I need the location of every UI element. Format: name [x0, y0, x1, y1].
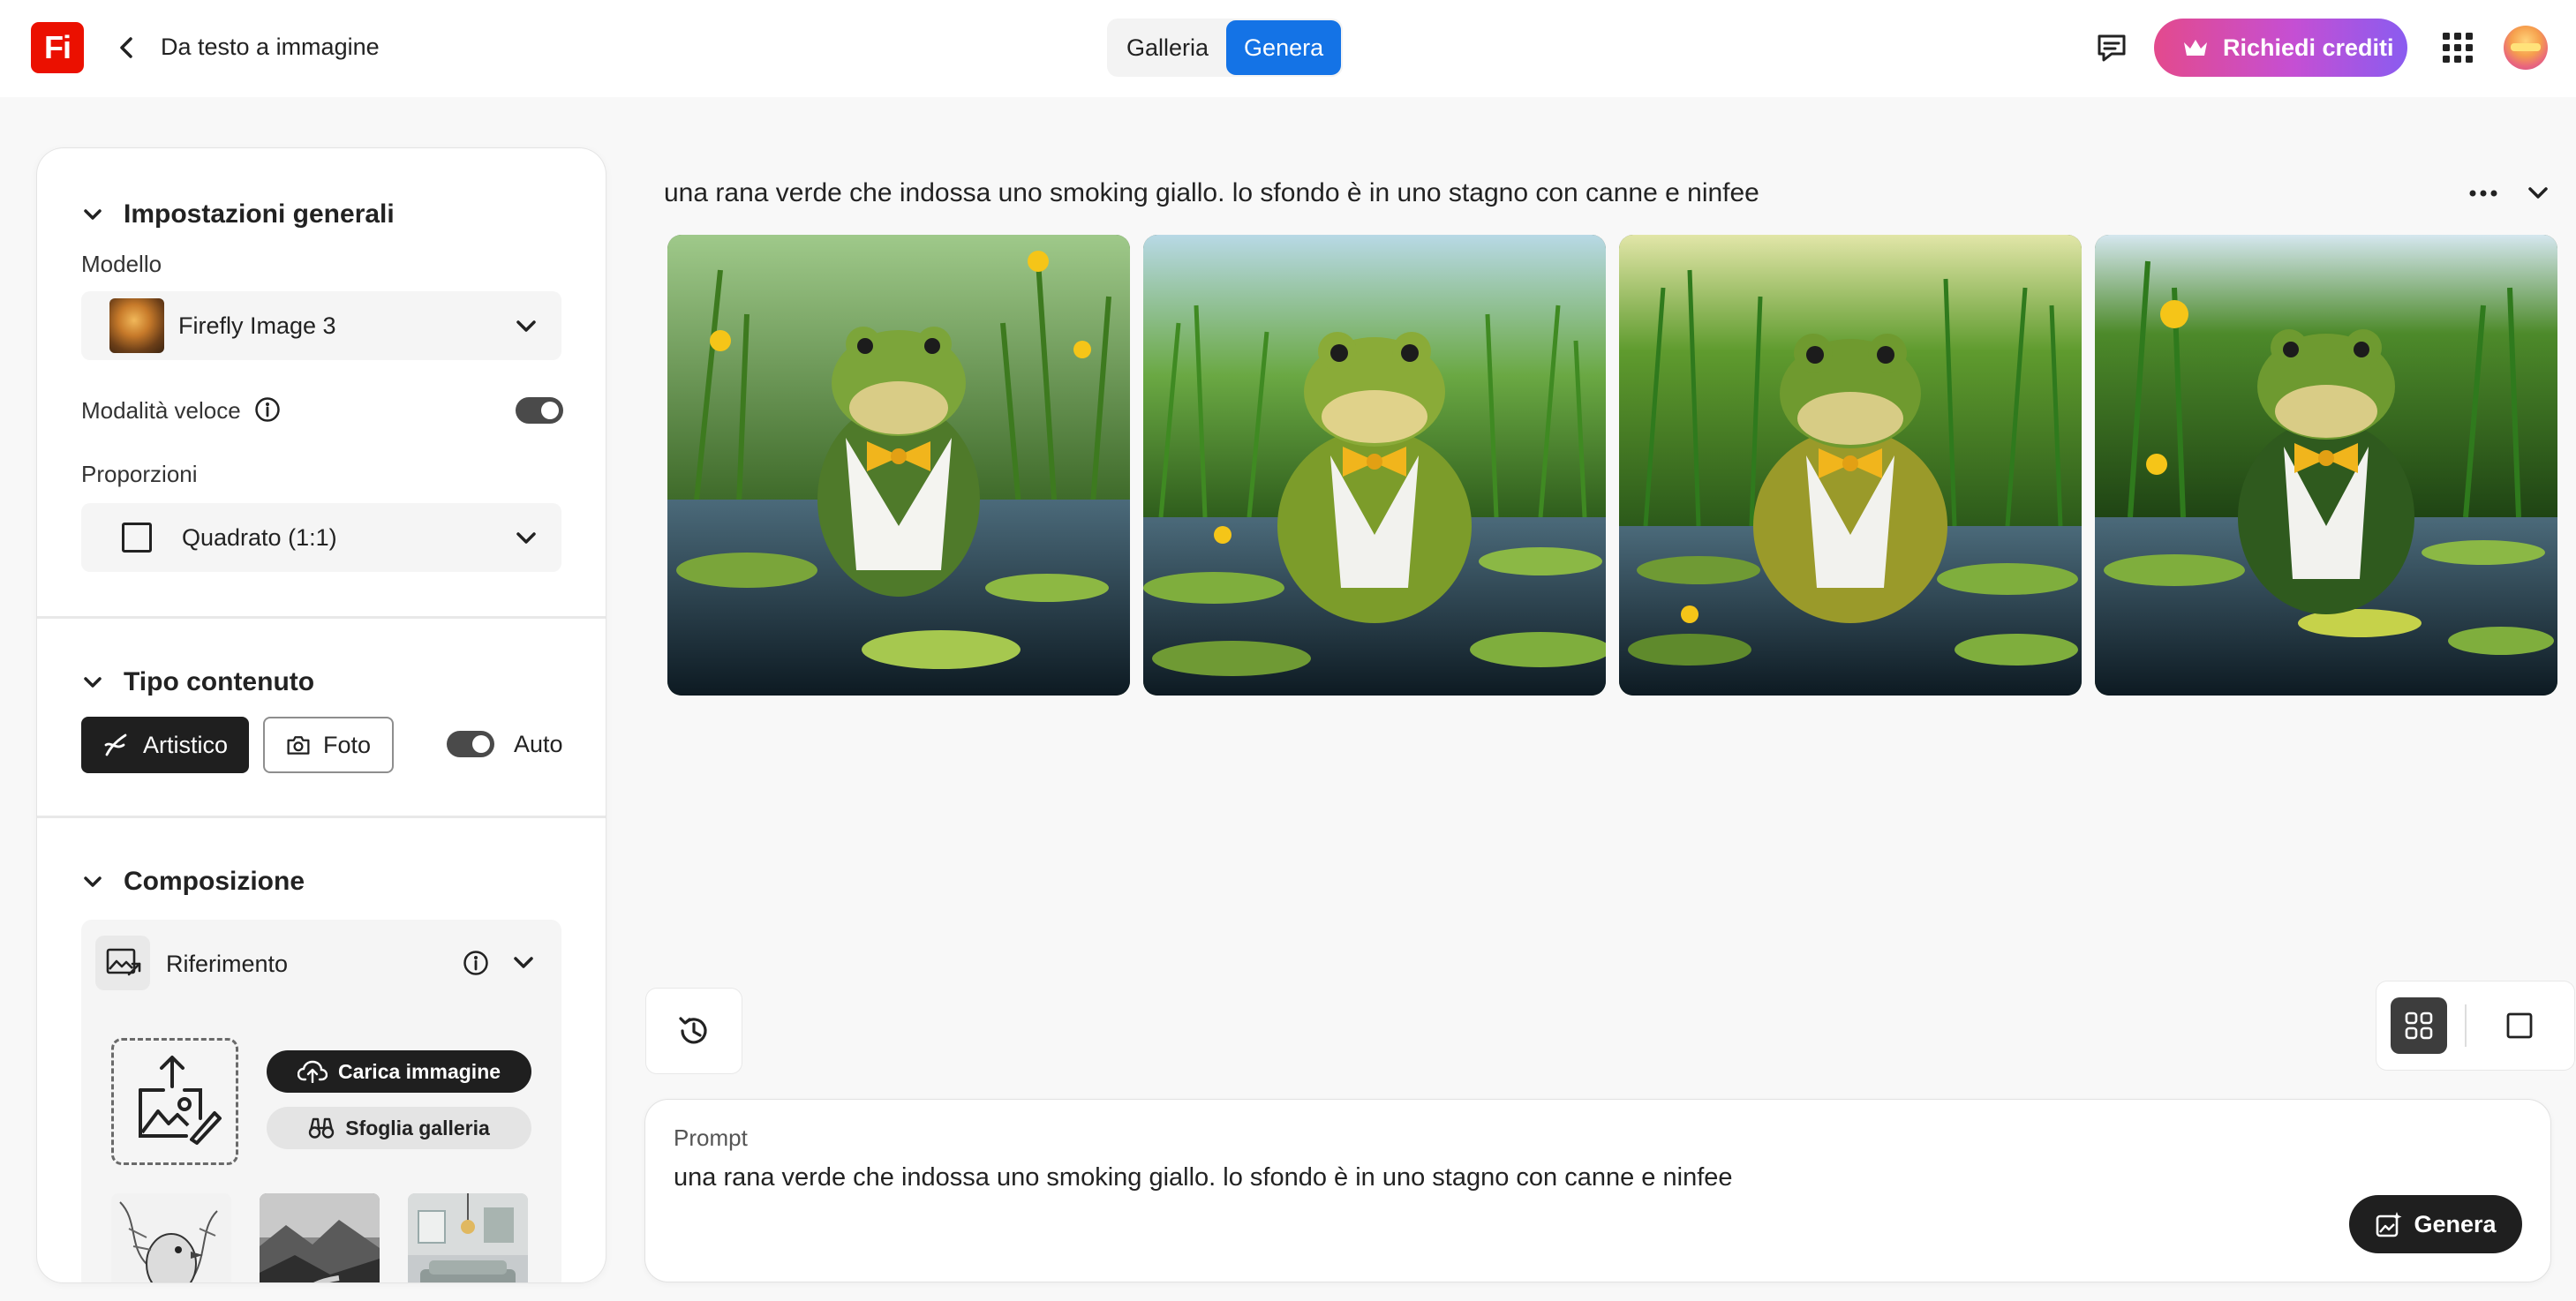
upload-image-icon: [139, 1056, 222, 1145]
single-view-icon: [2506, 1012, 2533, 1039]
generated-image-2[interactable]: [1143, 235, 1606, 696]
info-icon[interactable]: [254, 396, 281, 423]
section-general-header[interactable]: Impostazioni generali: [83, 199, 395, 229]
artistic-button[interactable]: Artistico: [81, 717, 249, 773]
chevron-down-icon: [84, 876, 102, 887]
tab-genera[interactable]: Genera: [1226, 20, 1342, 75]
grid-view-icon: [2405, 1011, 2433, 1040]
back-icon[interactable]: [113, 34, 138, 62]
section-divider: [37, 616, 606, 619]
binoculars-icon: [308, 1117, 335, 1139]
upload-image-button[interactable]: Carica immagine: [267, 1050, 531, 1093]
tab-galleria[interactable]: Galleria: [1109, 20, 1226, 75]
apps-grid-icon[interactable]: [2442, 32, 2474, 64]
auto-label: Auto: [514, 731, 563, 757]
section-content-type-header[interactable]: Tipo contenuto: [83, 667, 314, 697]
browse-gallery-label: Sfoglia galleria: [345, 1116, 490, 1139]
ratio-value: Quadrato (1:1): [182, 524, 337, 551]
prompt-box: Prompt una rana verde che indossa uno sm…: [645, 1100, 2550, 1282]
prompt-label: Prompt: [674, 1124, 748, 1151]
generated-prompt-heading: una rana verde che indossa uno smoking g…: [664, 178, 1759, 207]
chevron-down-icon: [84, 209, 102, 220]
camera-icon: [287, 736, 310, 755]
reference-thumbnail[interactable]: [260, 1193, 380, 1282]
generated-image-1[interactable]: [667, 235, 1130, 696]
view-mode-toggle: [2376, 981, 2574, 1070]
fast-mode-label: Modalità veloce: [81, 397, 241, 424]
model-value: Firefly Image 3: [178, 312, 336, 339]
model-label: Modello: [81, 251, 162, 277]
section-composition-header[interactable]: Composizione: [83, 867, 305, 897]
section-content-type-title: Tipo contenuto: [124, 667, 315, 696]
square-icon: [122, 523, 152, 553]
top-bar: Fi Da testo a immagine Galleria Genera R…: [0, 0, 2576, 97]
auto-toggle[interactable]: [447, 731, 494, 757]
reference-box: Riferimento Carica immagine Sfoglia gall…: [81, 920, 561, 1282]
reference-image-icon: [95, 936, 150, 990]
reference-thumbnail[interactable]: [111, 1193, 231, 1282]
artistic-label: Artistico: [142, 731, 228, 758]
section-composition-title: Composizione: [124, 867, 305, 896]
firefly-logo[interactable]: Fi: [31, 22, 84, 73]
generated-image-4[interactable]: [2095, 235, 2557, 696]
fast-mode-toggle[interactable]: [516, 397, 563, 424]
request-credits-button[interactable]: Richiedi crediti: [2154, 19, 2407, 77]
chevron-down-icon: [516, 532, 536, 544]
generate-label: Genera: [2414, 1210, 2497, 1237]
chevron-down-icon: [84, 677, 102, 688]
history-button[interactable]: [646, 989, 742, 1073]
ratio-label: Proporzioni: [81, 461, 198, 487]
chevron-down-icon[interactable]: [2527, 182, 2550, 205]
single-view-button[interactable]: [2491, 997, 2548, 1054]
info-icon[interactable]: [463, 950, 489, 976]
settings-panel: Impostazioni generali Modello Firefly Im…: [37, 148, 606, 1282]
photo-label: Foto: [322, 731, 371, 758]
generated-image-3[interactable]: [1619, 235, 2082, 696]
reference-thumbnail[interactable]: [408, 1193, 528, 1282]
upload-image-label: Carica immagine: [337, 1059, 501, 1083]
model-select[interactable]: Firefly Image 3: [81, 291, 561, 360]
generate-sparkle-icon: [2376, 1212, 2402, 1237]
reference-label: Riferimento: [166, 951, 289, 977]
chevron-down-icon: [516, 320, 536, 332]
prompt-input[interactable]: una rana verde che indossa uno smoking g…: [674, 1163, 1733, 1192]
toggle-separator: [2465, 1004, 2467, 1047]
request-credits-label: Richiedi crediti: [2223, 34, 2394, 61]
chevron-down-icon[interactable]: [512, 951, 535, 974]
brush-icon: [104, 733, 127, 756]
section-divider: [37, 816, 606, 818]
chat-icon[interactable]: [2094, 30, 2129, 65]
page-title: Da testo a immagine: [161, 34, 380, 60]
model-thumbnail: [109, 298, 164, 353]
crown-icon: [2184, 40, 2207, 56]
mode-switch: Galleria Genera: [1107, 19, 1344, 77]
cloud-upload-icon: [297, 1060, 328, 1083]
more-options-icon[interactable]: [2469, 189, 2497, 198]
grid-view-button[interactable]: [2391, 997, 2447, 1054]
history-icon: [679, 1017, 707, 1044]
ratio-select[interactable]: Quadrato (1:1): [81, 503, 561, 572]
image-drop-zone[interactable]: [111, 1038, 238, 1165]
generate-button[interactable]: Genera: [2349, 1195, 2522, 1253]
section-general-title: Impostazioni generali: [124, 199, 395, 229]
photo-button[interactable]: Foto: [263, 717, 394, 773]
browse-gallery-button[interactable]: Sfoglia galleria: [267, 1107, 531, 1149]
user-avatar[interactable]: [2504, 26, 2548, 70]
